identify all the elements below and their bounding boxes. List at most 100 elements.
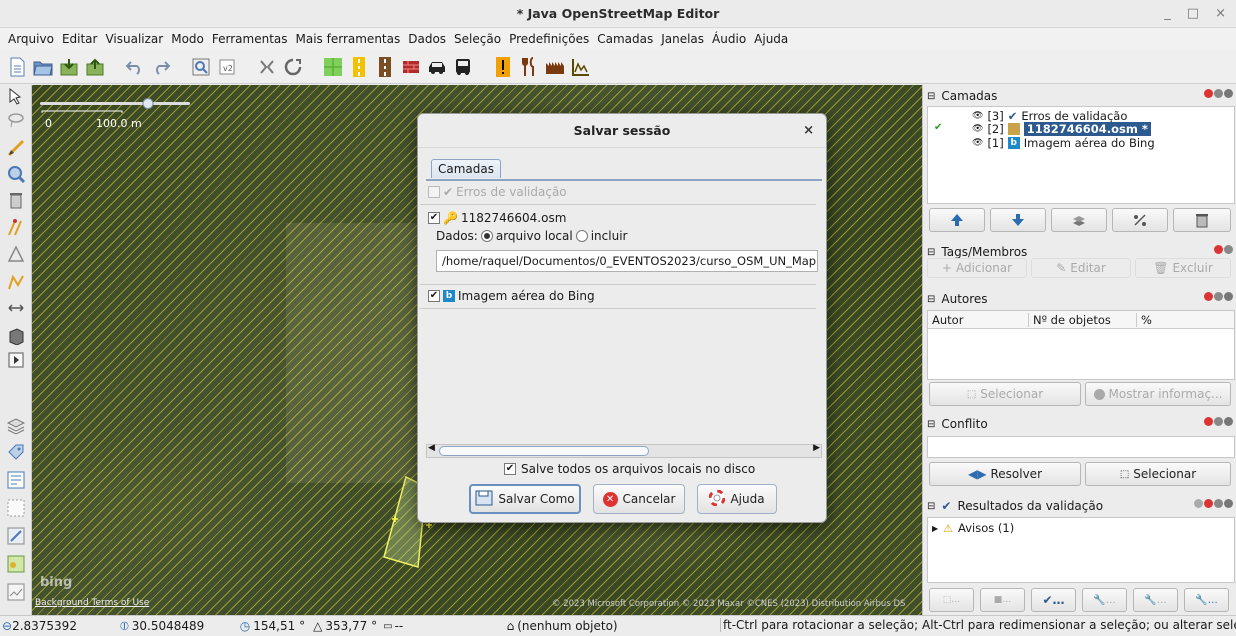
scroll-right-icon[interactable]: ▶ <box>813 443 820 453</box>
validation-select-button[interactable]: ⬚… <box>929 588 974 612</box>
layer-row-osm[interactable]: ✔ 👁 [2] 1182746604.osm * <box>928 122 1234 136</box>
close-panel-icon[interactable] <box>1224 417 1233 426</box>
zoom-to-selection-icon[interactable] <box>190 56 212 78</box>
settings-icon[interactable] <box>1214 89 1223 98</box>
merge-layer-button[interactable] <box>1051 208 1107 232</box>
tags-panel-icon[interactable] <box>5 441 27 463</box>
warning-sign-icon[interactable] <box>492 56 514 78</box>
help-icon[interactable] <box>1204 417 1213 426</box>
tab-camadas[interactable]: Camadas <box>431 159 501 178</box>
minimize-button[interactable]: _ <box>1164 6 1171 21</box>
close-panel-icon[interactable] <box>1224 499 1233 508</box>
building-tool-icon[interactable] <box>5 325 27 347</box>
col-count[interactable]: Nº de objetos <box>1028 313 1111 327</box>
new-file-icon[interactable] <box>6 56 28 78</box>
delete-layer-button[interactable] <box>1173 208 1231 232</box>
collapse-icon[interactable]: ⊟ <box>927 419 935 430</box>
menu-editar[interactable]: Editar <box>62 32 98 46</box>
map-paint-icon[interactable] <box>5 553 27 575</box>
radio-arquivo-local[interactable] <box>480 230 493 242</box>
cancel-button[interactable]: ✕ Cancelar <box>593 484 685 514</box>
parallel-tool-icon[interactable] <box>5 217 27 239</box>
menu-janelas[interactable]: Janelas <box>661 32 704 46</box>
layers-panel-icon[interactable] <box>5 415 27 437</box>
highway-icon[interactable] <box>348 56 370 78</box>
zoom-tool-icon[interactable] <box>5 163 27 185</box>
help-icon[interactable] <box>1204 89 1213 98</box>
fix-all-button[interactable]: 🔧… <box>1184 588 1229 612</box>
landuse-icon[interactable] <box>322 56 344 78</box>
settings-icon[interactable] <box>1214 417 1223 426</box>
track-icon[interactable] <box>374 56 396 78</box>
open-file-icon[interactable] <box>32 56 54 78</box>
col-author[interactable]: Autor <box>932 313 963 327</box>
close-panel-icon[interactable] <box>1224 292 1233 301</box>
historic-icon[interactable] <box>544 56 566 78</box>
collapse-icon[interactable]: ⊟ <box>927 247 935 258</box>
authors-select-button[interactable]: ⬚ Selecionar <box>929 382 1081 406</box>
layer-row-bing[interactable]: 👁 [1] b Imagem aérea do Bing <box>972 136 1155 150</box>
scroll-left-icon[interactable]: ◀ <box>428 443 435 453</box>
background-terms-link[interactable]: Background Terms of Use <box>35 598 149 608</box>
resolve-button[interactable]: ◀▶ Resolver <box>929 462 1081 486</box>
undo-icon[interactable] <box>124 56 146 78</box>
eye-icon[interactable]: 👁 <box>972 124 983 134</box>
bus-icon[interactable] <box>452 56 474 78</box>
collapse-icon[interactable]: ⊟ <box>927 501 935 512</box>
menu-selecao[interactable]: Seleção <box>454 32 501 46</box>
menu-mais-ferramentas[interactable]: Mais ferramentas <box>296 32 401 46</box>
layer-row-validation[interactable]: 👁 [3] ✔ Erros de validação <box>972 109 1127 123</box>
save-as-button[interactable]: Salvar Como <box>469 484 581 514</box>
relations-panel-icon[interactable] <box>5 469 27 491</box>
conflict-select-button[interactable]: ⬚ Selecionar <box>1085 462 1231 486</box>
radio-incluir[interactable] <box>575 230 588 242</box>
save-all-checkbox[interactable]: ✔ <box>504 463 516 475</box>
scrollbar-thumb[interactable] <box>439 446 649 456</box>
minimap-icon[interactable] <box>5 581 27 603</box>
filter-icon[interactable] <box>1194 499 1203 508</box>
help-icon[interactable] <box>1204 499 1213 508</box>
tags-add-button[interactable]: + Adicionar <box>927 258 1027 278</box>
menu-dados[interactable]: Dados <box>408 32 446 46</box>
menu-visualizar[interactable]: Visualizar <box>105 32 163 46</box>
menu-ferramentas[interactable]: Ferramentas <box>212 32 288 46</box>
align-tool-icon[interactable] <box>5 297 27 319</box>
col-percent[interactable]: % <box>1136 313 1152 327</box>
delete-tool-icon[interactable] <box>5 189 27 211</box>
menu-camadas[interactable]: Camadas <box>597 32 653 46</box>
improve-way-icon[interactable] <box>5 243 27 265</box>
eye-icon[interactable]: 👁 <box>972 111 983 121</box>
download-icon[interactable] <box>58 56 80 78</box>
help-icon[interactable] <box>1204 292 1213 301</box>
validation-zoom-button[interactable]: ■… <box>980 588 1025 612</box>
tags-delete-button[interactable]: 🗑 Excluir <box>1135 258 1231 278</box>
move-up-button[interactable] <box>929 208 985 232</box>
redo-icon[interactable] <box>150 56 172 78</box>
extrude-tool-icon[interactable] <box>5 271 27 293</box>
draw-tool-icon[interactable] <box>5 137 27 159</box>
close-window-button[interactable]: × <box>1215 6 1226 21</box>
settings-icon[interactable] <box>1214 292 1223 301</box>
eye-icon[interactable]: 👁 <box>972 138 983 148</box>
menu-modo[interactable]: Modo <box>171 32 204 46</box>
settings-icon[interactable] <box>1214 499 1223 508</box>
split-way-icon[interactable] <box>256 56 278 78</box>
upload-icon[interactable] <box>84 56 106 78</box>
preferences-icon[interactable]: v2 <box>216 56 238 78</box>
menu-audio[interactable]: Áudio <box>712 32 746 46</box>
collapse-icon[interactable]: ⊟ <box>927 294 935 305</box>
file-path-field[interactable]: /home/raquel/Documentos/0_EVENTOS2023/cu… <box>436 250 818 272</box>
ignore-button[interactable]: 🔧… <box>1082 588 1127 612</box>
close-panel-icon[interactable] <box>1224 89 1233 98</box>
bing-layer-checkbox[interactable]: ✔ <box>428 290 440 302</box>
menu-arquivo[interactable]: Arquivo <box>8 32 54 46</box>
tags-edit-button[interactable]: ✎ Editar <box>1031 258 1131 278</box>
selection-list-icon[interactable] <box>5 497 27 519</box>
menu-ajuda[interactable]: Ajuda <box>754 32 788 46</box>
help-button[interactable]: Ajuda <box>697 484 777 514</box>
refresh-icon[interactable] <box>282 56 304 78</box>
select-tool-icon[interactable] <box>5 85 27 107</box>
osm-layer-checkbox[interactable]: ✔ <box>428 212 440 224</box>
horizontal-scrollbar[interactable]: ◀ ▶ <box>426 443 822 458</box>
maximize-button[interactable]: □ <box>1187 6 1199 21</box>
